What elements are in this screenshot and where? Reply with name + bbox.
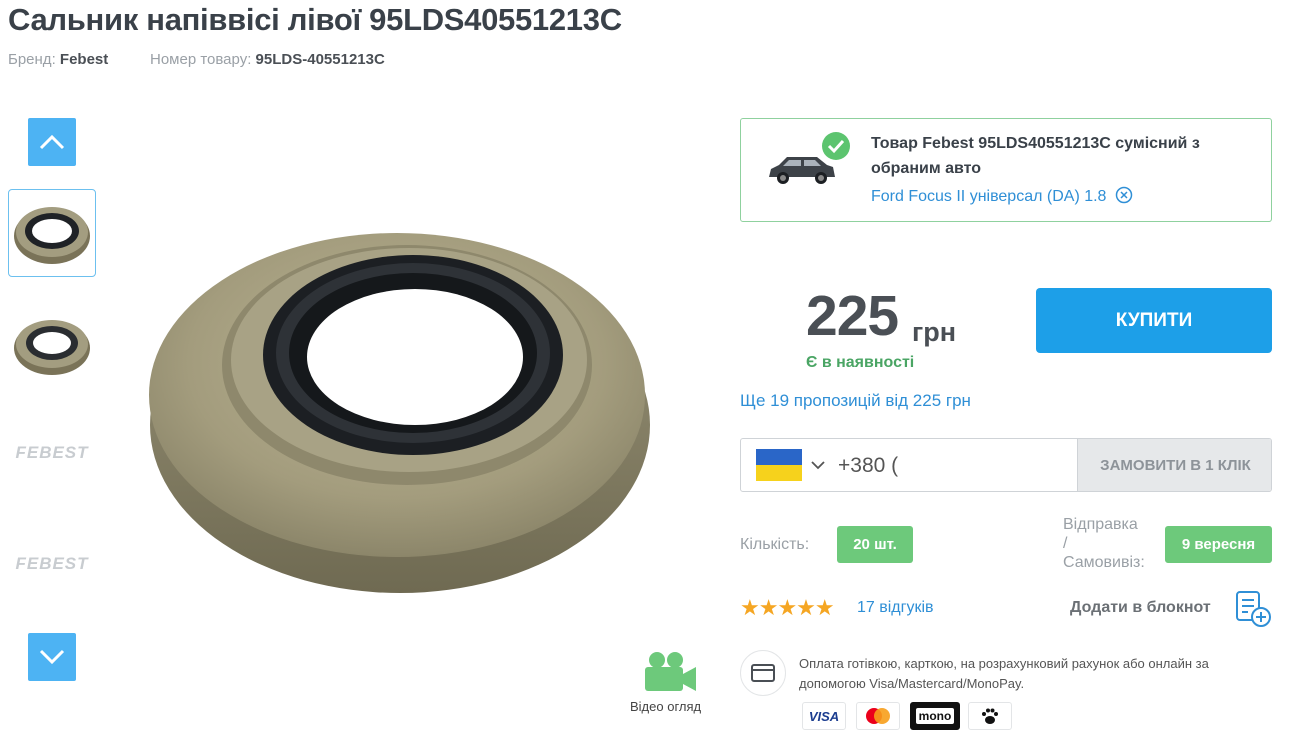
video-review-button[interactable] bbox=[643, 650, 697, 697]
sku-label: Номер товару: bbox=[150, 51, 252, 68]
quantity-label: Кількість: bbox=[740, 536, 810, 553]
gallery-thumb-4[interactable]: FEBEST bbox=[8, 520, 96, 608]
oil-seal-image bbox=[149, 233, 650, 593]
selected-car-link[interactable]: Ford Focus II універсал (DA) 1.8 bbox=[871, 186, 1133, 206]
ukraine-flag-icon[interactable] bbox=[756, 449, 802, 481]
add-to-notebook-link[interactable]: Додати в блокнот bbox=[1070, 599, 1211, 617]
main-product-image[interactable] bbox=[145, 195, 665, 610]
chevron-down-icon[interactable] bbox=[811, 460, 825, 470]
shipping-label-line: Відправка bbox=[1063, 516, 1138, 533]
pawprint-logo bbox=[968, 702, 1012, 730]
monopay-logo-text: mono bbox=[915, 708, 955, 724]
payment-info: Оплата готівкою, карткою, на розрахунков… bbox=[799, 656, 1209, 691]
phone-input[interactable] bbox=[836, 447, 1065, 485]
brand-meta: Бренд: Febest bbox=[8, 51, 108, 68]
compatibility-box: Товар Febest 95LDS40551213C сумісний з о… bbox=[740, 118, 1272, 222]
brand-label: Бренд: bbox=[8, 51, 56, 68]
monopay-logo: mono bbox=[910, 702, 960, 730]
rating-stars[interactable]: ★★★★★ bbox=[740, 595, 835, 621]
one-click-order-form: ЗАМОВИТИ В 1 КЛІК bbox=[740, 438, 1272, 492]
febest-logo-thumbnail: FEBEST bbox=[15, 443, 89, 462]
shipping-label-line: Самовивіз: bbox=[1063, 554, 1145, 571]
price-currency: грн bbox=[912, 317, 957, 347]
notebook-add-icon[interactable] bbox=[1234, 590, 1272, 628]
febest-logo-thumbnail: FEBEST bbox=[15, 554, 89, 573]
chevron-up-icon bbox=[39, 134, 65, 150]
sku-meta: Номер товару: 95LDS-40551213C bbox=[150, 51, 385, 68]
gallery-thumb-2[interactable] bbox=[8, 299, 96, 387]
sku-value: 95LDS-40551213C bbox=[255, 51, 385, 68]
chevron-down-icon bbox=[39, 649, 65, 665]
stock-status: Є в наявності bbox=[806, 354, 915, 371]
mastercard-logo bbox=[856, 702, 900, 730]
video-camera-icon bbox=[645, 652, 696, 691]
other-offers-link[interactable]: Ще 19 пропозицій від 225 грн bbox=[740, 391, 971, 411]
oil-seal-thumbnail bbox=[14, 207, 90, 264]
gallery-down-button[interactable] bbox=[28, 633, 76, 681]
gallery-thumb-3[interactable]: FEBEST bbox=[8, 409, 96, 497]
oil-seal-thumbnail bbox=[14, 320, 90, 375]
mastercard-icon bbox=[866, 708, 890, 724]
close-circle-icon[interactable] bbox=[1115, 186, 1133, 204]
price-value: 225 bbox=[806, 284, 899, 348]
shipping-date-badge: 9 вересня bbox=[1165, 526, 1272, 563]
shipping-label-line: / bbox=[1063, 535, 1068, 552]
buy-button[interactable]: КУПИТИ bbox=[1036, 288, 1272, 353]
gallery-up-button[interactable] bbox=[28, 118, 76, 166]
payment-icon-wrap bbox=[740, 650, 786, 696]
credit-card-icon bbox=[751, 664, 775, 682]
compatibility-title: Товар Febest 95LDS40551213C сумісний з о… bbox=[871, 135, 1200, 177]
one-click-order-button[interactable]: ЗАМОВИТИ В 1 КЛІК bbox=[1077, 439, 1271, 491]
reviews-link[interactable]: 17 відгуків bbox=[857, 599, 934, 617]
quantity-badge: 20 шт. bbox=[837, 526, 913, 563]
visa-logo-text: VISA bbox=[808, 708, 840, 724]
video-review-label[interactable]: Відео огляд bbox=[630, 699, 701, 714]
check-circle-icon bbox=[822, 132, 850, 160]
paw-icon bbox=[982, 708, 998, 724]
selected-car-label: Ford Focus II універсал (DA) 1.8 bbox=[871, 188, 1107, 205]
gallery-thumb-1[interactable] bbox=[8, 189, 96, 277]
brand-value[interactable]: Febest bbox=[60, 51, 108, 68]
shipping-label: Відправка / Самовивіз: bbox=[1063, 515, 1145, 572]
visa-logo: VISA bbox=[802, 702, 846, 730]
page-title: Сальник напіввісі лівої 95LDS40551213C bbox=[8, 2, 622, 37]
